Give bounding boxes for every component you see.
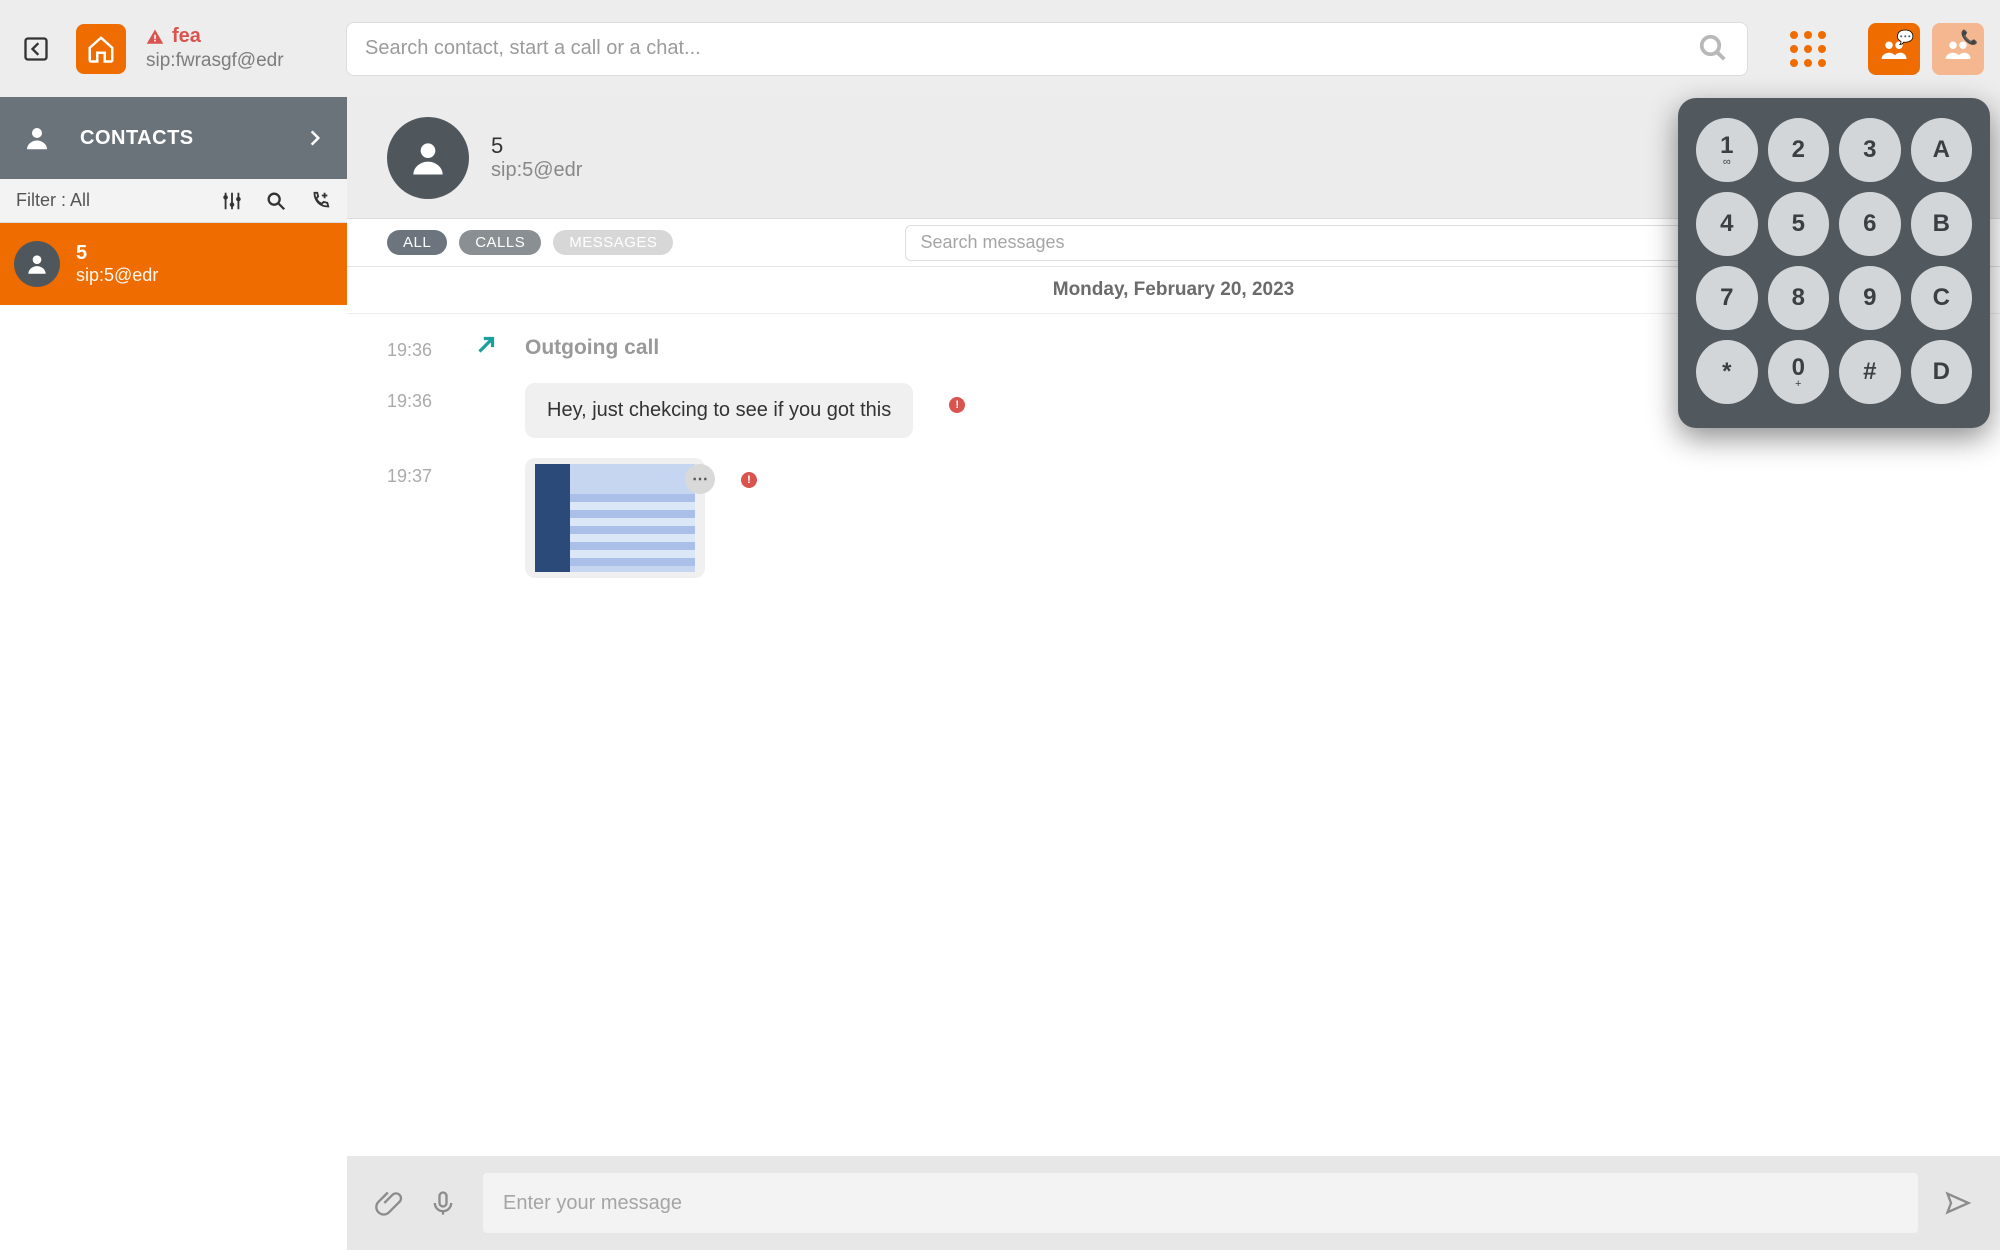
key-6[interactable]: 6 — [1839, 192, 1901, 256]
home-button[interactable] — [76, 24, 126, 74]
tab-all[interactable]: ALL — [387, 230, 447, 255]
contacts-header[interactable]: CONTACTS — [0, 97, 347, 179]
search-icon[interactable] — [1698, 33, 1728, 63]
key-a[interactable]: A — [1911, 118, 1973, 182]
key-hash[interactable]: # — [1839, 340, 1901, 404]
person-icon — [406, 136, 450, 180]
key-8[interactable]: 8 — [1768, 266, 1830, 330]
key-4[interactable]: 4 — [1696, 192, 1758, 256]
global-search-input[interactable] — [346, 22, 1748, 76]
sidebar: CONTACTS Filter : All 5 sip:5@edr — [0, 97, 347, 1250]
account-name: fea — [172, 25, 201, 48]
phone-badge-icon: 📞 — [1961, 29, 1978, 46]
conference-buttons: 💬 📞 — [1868, 23, 1984, 75]
key-7[interactable]: 7 — [1696, 266, 1758, 330]
new-call-icon[interactable] — [309, 190, 331, 212]
conversation-avatar — [387, 117, 469, 199]
contact-avatar — [14, 241, 60, 287]
dialpad-toggle-button[interactable] — [1790, 31, 1826, 67]
key-star[interactable]: * — [1696, 340, 1758, 404]
filter-row: Filter : All — [0, 179, 347, 223]
error-badge-icon[interactable]: ! — [741, 472, 757, 488]
key-b[interactable]: B — [1911, 192, 1973, 256]
top-bar: fea sip:fwrasgf@edr 💬 📞 — [0, 0, 2000, 97]
key-0[interactable]: 0+ — [1768, 340, 1830, 404]
key-3[interactable]: 3 — [1839, 118, 1901, 182]
mic-icon[interactable] — [429, 1189, 457, 1217]
key-2[interactable]: 2 — [1768, 118, 1830, 182]
timestamp: 19:36 — [387, 383, 447, 412]
conversation-name: 5 — [491, 133, 582, 159]
chevron-right-icon — [305, 128, 325, 148]
home-icon — [86, 34, 116, 64]
group-chat-button[interactable]: 💬 — [1868, 23, 1920, 75]
contact-uri: sip:5@edr — [76, 265, 158, 286]
image-thumbnail — [535, 464, 695, 572]
global-search-wrap — [346, 22, 1748, 76]
group-call-button[interactable]: 📞 — [1932, 23, 1984, 75]
person-icon — [24, 251, 50, 277]
error-badge-icon[interactable]: ! — [949, 397, 965, 413]
account-uri: sip:fwrasgf@edr — [146, 50, 326, 72]
warning-icon — [146, 28, 164, 46]
message-thread: 19:36 Outgoing call 19:36 Hey, just chek… — [347, 314, 2000, 1156]
contact-name: 5 — [76, 242, 158, 265]
timestamp: 19:37 — [387, 458, 447, 487]
image-attachment[interactable]: ⋯ — [525, 458, 705, 578]
collapse-sidebar-button[interactable] — [16, 29, 56, 69]
timestamp: 19:36 — [387, 332, 447, 361]
contact-item[interactable]: 5 sip:5@edr — [0, 223, 347, 305]
key-d[interactable]: D — [1911, 340, 1973, 404]
key-9[interactable]: 9 — [1839, 266, 1901, 330]
search-contacts-icon[interactable] — [265, 190, 287, 212]
conversation-uri: sip:5@edr — [491, 159, 582, 182]
event-row-image: 19:37 ⋯ ! — [387, 458, 1960, 578]
account-identity: fea sip:fwrasgf@edr — [146, 25, 326, 72]
key-c[interactable]: C — [1911, 266, 1973, 330]
outgoing-call-icon — [473, 332, 499, 363]
contacts-title: CONTACTS — [80, 127, 305, 150]
message-bubble[interactable]: Hey, just chekcing to see if you got thi… — [525, 383, 913, 438]
collapse-icon — [22, 35, 50, 63]
chat-bubble-badge-icon: 💬 — [1897, 29, 1914, 46]
person-icon — [22, 123, 52, 153]
key-5[interactable]: 5 — [1768, 192, 1830, 256]
attachment-more-button[interactable]: ⋯ — [685, 464, 715, 494]
attach-icon[interactable] — [375, 1189, 403, 1217]
tab-messages[interactable]: MESSAGES — [553, 230, 673, 255]
outgoing-call-label: Outgoing call — [525, 332, 659, 360]
composer — [347, 1156, 2000, 1250]
key-1[interactable]: 1∞ — [1696, 118, 1758, 182]
compose-input[interactable] — [483, 1173, 1918, 1233]
dialpad-overlay: 1∞ 2 3 A 4 5 6 B 7 8 9 C * 0+ # D — [1678, 98, 1990, 428]
filter-sliders-icon[interactable] — [221, 190, 243, 212]
send-icon[interactable] — [1944, 1189, 1972, 1217]
filter-label: Filter : All — [16, 190, 221, 211]
tab-calls[interactable]: CALLS — [459, 230, 541, 255]
